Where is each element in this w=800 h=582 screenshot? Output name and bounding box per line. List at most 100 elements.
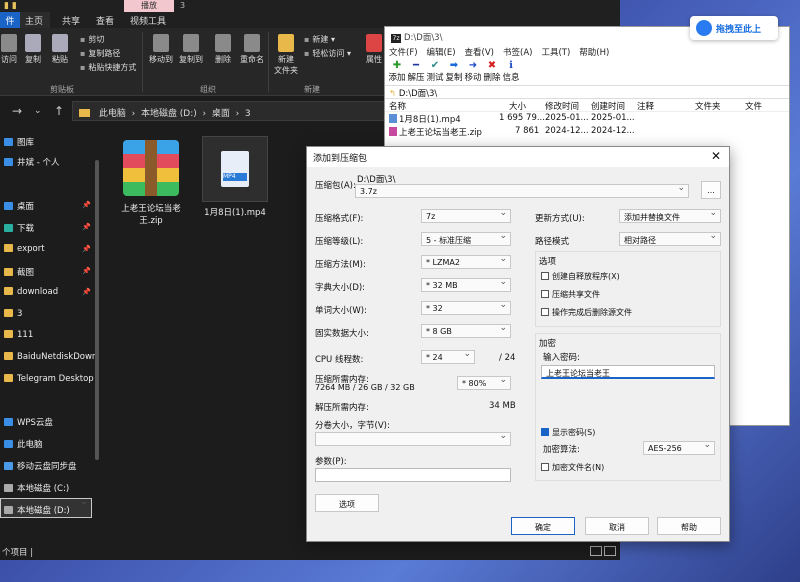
fm-menu-item[interactable]: 书签(A): [503, 48, 532, 58]
mem-select[interactable]: * 80%: [457, 376, 511, 390]
fm-tool-button[interactable]: ✔ 测试: [425, 61, 445, 84]
sidebar-item[interactable]: 3: [4, 309, 22, 319]
rename-button[interactable]: 重命名: [238, 34, 266, 65]
cpu-select[interactable]: * 24: [421, 350, 475, 364]
up-arrow-icon[interactable]: ↑: [54, 104, 64, 118]
new-item-button[interactable]: 新建 ▾: [304, 34, 335, 45]
pin-icon[interactable]: 📌: [82, 223, 91, 231]
chevron-down-icon[interactable]: ⌄: [34, 106, 42, 116]
breadcrumb-desktop[interactable]: 桌面: [212, 109, 230, 119]
shared-files-checkbox[interactable]: 压缩共享文件: [541, 289, 600, 300]
details-view-icon[interactable]: [590, 546, 602, 556]
fm-menu-item[interactable]: 编辑(E): [427, 48, 456, 58]
fm-row[interactable]: 上老王论坛当老王.zip 7 861 2024-12... 2024-12...: [385, 125, 789, 138]
copy-button[interactable]: 复制: [22, 34, 44, 65]
close-icon[interactable]: ✕: [711, 149, 721, 163]
fm-tool-button[interactable]: ✚ 添加: [387, 61, 407, 84]
pin-quick-access-button[interactable]: 访问: [0, 34, 18, 65]
pin-icon[interactable]: 📌: [82, 267, 91, 275]
fm-tool-button[interactable]: ➜ 移动: [463, 61, 483, 84]
help-button[interactable]: 帮助: [657, 517, 721, 535]
word-select[interactable]: * 32: [421, 301, 511, 315]
sidebar-item[interactable]: Telegram Desktop: [4, 374, 94, 384]
browse-button[interactable]: ...: [701, 181, 721, 199]
baidu-drop-target[interactable]: 拖拽至此上: [690, 16, 778, 40]
breadcrumb-this-pc[interactable]: 此电脑: [99, 109, 126, 119]
dict-select[interactable]: * 32 MB: [421, 278, 511, 292]
sidebar-item[interactable]: 下载: [4, 222, 34, 234]
up-folder-icon[interactable]: ↰: [389, 89, 396, 99]
password-input[interactable]: 上老王论坛当老王: [541, 365, 715, 379]
solid-select[interactable]: * 8 GB: [421, 324, 511, 338]
sidebar-item[interactable]: download: [4, 287, 58, 297]
format-select[interactable]: 7z: [421, 209, 511, 223]
split-combo[interactable]: [315, 432, 511, 446]
col-modified[interactable]: 修改时间: [545, 100, 579, 112]
sidebar-item[interactable]: BaiduNetdiskDownl: [4, 352, 100, 362]
fm-menu-item[interactable]: 帮助(H): [579, 48, 609, 58]
delete-after-checkbox[interactable]: 操作完成后删除源文件: [541, 307, 632, 318]
fm-menu-item[interactable]: 查看(V): [465, 48, 494, 58]
quick-access-folder-icon[interactable]: ▮ ▮: [4, 1, 17, 11]
path-mode-select[interactable]: 相对路径: [619, 232, 721, 246]
cancel-button[interactable]: 取消: [585, 517, 649, 535]
pin-icon[interactable]: 📌: [82, 288, 91, 296]
fm-tool-button[interactable]: ℹ 信息: [501, 61, 521, 84]
tab-video-tools[interactable]: 视频工具: [130, 14, 166, 27]
options-button[interactable]: 选项: [315, 494, 379, 512]
col-files[interactable]: 文件: [745, 100, 762, 112]
enc-method-select[interactable]: AES-256: [643, 441, 715, 455]
sidebar-item[interactable]: 本地磁盘 (C:): [4, 482, 69, 494]
sidebar-scrollbar[interactable]: [95, 160, 99, 460]
sfx-checkbox[interactable]: 创建自释放程序(X): [541, 271, 620, 282]
new-folder-button[interactable]: 新建 文件夹: [272, 34, 300, 76]
properties-button[interactable]: 属性: [364, 34, 384, 65]
fm-menu-item[interactable]: 工具(T): [541, 48, 570, 58]
pin-icon[interactable]: 📌: [82, 245, 91, 253]
copy-path-button[interactable]: 复制路径: [80, 48, 120, 59]
sidebar-item[interactable]: 移动云盘同步盘: [4, 460, 77, 472]
fm-tool-button[interactable]: ➡ 复制: [444, 61, 464, 84]
sidebar-item[interactable]: 井斌 - 个人: [4, 156, 59, 168]
file-item-zip[interactable]: 上老王论坛当老王.zip: [118, 140, 184, 226]
col-folders[interactable]: 文件夹: [695, 100, 721, 112]
move-to-button[interactable]: 移动到: [148, 34, 174, 65]
update-select[interactable]: 添加并替换文件: [619, 209, 721, 223]
fm-tool-button[interactable]: ✖ 删除: [482, 61, 502, 84]
fm-path-bar[interactable]: ↰ D:\D面\3\: [385, 85, 789, 99]
easy-access-button[interactable]: 轻松访问 ▾: [304, 48, 351, 59]
sidebar-item[interactable]: 截图: [4, 266, 34, 278]
method-select[interactable]: * LZMA2: [421, 255, 511, 269]
col-created[interactable]: 创建时间: [591, 100, 625, 112]
sidebar-item[interactable]: WPS云盘: [4, 416, 53, 428]
tab-view[interactable]: 查看: [96, 14, 114, 27]
col-name[interactable]: 名称: [389, 100, 406, 112]
cut-button[interactable]: 剪切: [80, 34, 104, 45]
back-arrow-icon[interactable]: →: [12, 104, 22, 118]
tab-home[interactable]: 主页: [20, 12, 50, 28]
params-input[interactable]: [315, 468, 511, 482]
tab-context-play[interactable]: 播放: [124, 0, 174, 12]
breadcrumb-drive-d[interactable]: 本地磁盘 (D:): [141, 109, 197, 119]
sidebar-item[interactable]: 图库: [4, 136, 34, 148]
col-size[interactable]: 大小: [509, 100, 526, 112]
archive-name-combo[interactable]: 3.7z: [355, 184, 689, 198]
pin-icon[interactable]: 📌: [82, 201, 91, 209]
fm-tool-button[interactable]: ━ 解压: [406, 61, 426, 84]
large-icons-view-icon[interactable]: [604, 546, 616, 556]
sidebar-item[interactable]: export: [4, 244, 45, 254]
breadcrumb-3[interactable]: 3: [245, 109, 251, 119]
ok-button[interactable]: 确定: [511, 517, 575, 535]
sidebar-item[interactable]: 此电脑: [4, 438, 43, 450]
copy-to-button[interactable]: 复制到: [178, 34, 204, 65]
encrypt-names-checkbox[interactable]: 加密文件名(N): [541, 462, 604, 473]
tab-share[interactable]: 共享: [62, 14, 80, 27]
level-select[interactable]: 5 - 标准压缩: [421, 232, 511, 246]
paste-button[interactable]: 粘贴: [48, 34, 72, 65]
sidebar-item[interactable]: 本地磁盘 (D:): [4, 504, 70, 516]
paste-shortcut-button[interactable]: 粘贴快捷方式: [80, 62, 136, 73]
col-comment[interactable]: 注释: [637, 100, 654, 112]
sidebar-item[interactable]: 111: [4, 330, 33, 340]
fm-row[interactable]: 1月8日(1).mp4 1 695 79... 2025-01... 2025-…: [385, 112, 789, 125]
file-item-mp4[interactable]: MP4: [202, 136, 268, 202]
